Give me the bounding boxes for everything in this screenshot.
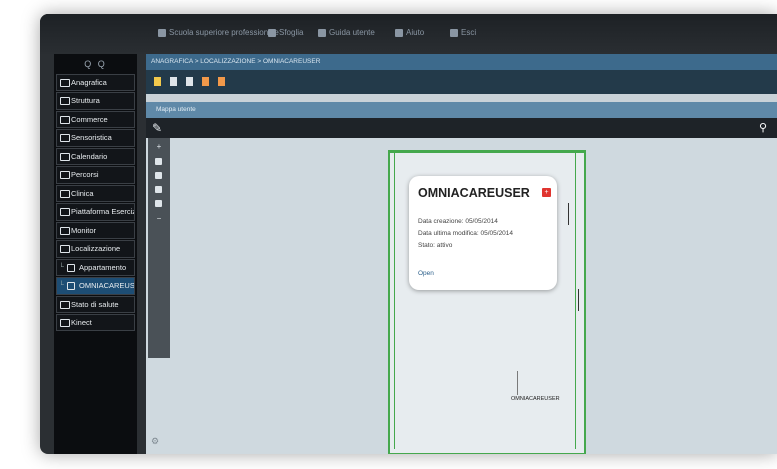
filter-icon[interactable] — [186, 77, 193, 86]
sidebar-item-kinect[interactable]: Kinect — [56, 314, 135, 332]
folder-icon — [60, 245, 70, 254]
user-info-popup: OMNIACAREUSER + Data creazione: 05/05/20… — [409, 176, 557, 290]
folder-icon — [60, 208, 70, 217]
popup-open-link[interactable]: Open — [418, 270, 434, 277]
forward-icon[interactable] — [218, 77, 225, 86]
book-icon — [318, 28, 326, 37]
pencil-icon[interactable]: ✎ — [152, 121, 162, 135]
popup-close-button[interactable]: + — [542, 188, 551, 197]
grid-icon[interactable] — [170, 77, 177, 86]
sidebar-item-appartamento[interactable]: Appartamento — [56, 258, 135, 277]
folder-icon — [60, 189, 70, 198]
user-marker-line — [517, 371, 518, 395]
zoom-in-button[interactable]: + — [148, 142, 170, 152]
location-pin-icon[interactable]: ⚲ — [759, 121, 767, 135]
folder-icon — [67, 263, 75, 272]
sidebar-list: Anagrafica Struttura Commerce Sensoristica C… — [54, 74, 137, 332]
sidebar-item-commerce[interactable]: Commerce — [56, 110, 135, 129]
folder-icon — [60, 97, 70, 106]
sidebar-item-struttura[interactable]: Struttura — [56, 92, 135, 110]
folder-icon — [60, 171, 70, 180]
sidebar-item-label: Stato di salute — [71, 299, 119, 309]
sidebar-item-label: Monitor — [71, 225, 97, 235]
topbar-item-label: Scuola superiore professionale — [169, 28, 279, 37]
topbar-item-label: Guida utente — [329, 28, 375, 37]
sidebar-item-localizzazione[interactable]: Localizzazione — [56, 240, 135, 258]
folder-icon — [60, 152, 70, 161]
sidebar-search-icons[interactable]: Q Q — [54, 54, 137, 74]
topbar-item-guide[interactable]: Guida utente — [318, 28, 375, 37]
folder-icon — [60, 319, 70, 328]
popup-status: Stato: attivo — [418, 242, 453, 249]
folder-icon — [60, 134, 70, 143]
door-symbol — [566, 289, 579, 311]
sidebar-item-percorsi[interactable]: Percorsi — [56, 166, 135, 184]
layers-icon[interactable] — [155, 200, 162, 207]
sidebar-item-label: Piattaforma Esercizi — [71, 207, 135, 217]
list-icon — [268, 28, 276, 37]
door-symbol — [556, 203, 569, 225]
sidebar-item-stato-di-salute[interactable]: Stato di salute — [56, 295, 135, 313]
sidebar-item-sensoristica[interactable]: Sensoristica — [56, 129, 135, 147]
sidebar-item-clinica[interactable]: Clinica — [56, 184, 135, 203]
sidebar-item-monitor[interactable]: Monitor — [56, 221, 135, 240]
sidebar-item-label: Appartamento — [79, 262, 127, 272]
toolbar — [146, 70, 777, 94]
section-header[interactable]: Mappa utente — [146, 102, 777, 118]
topbar-item-user[interactable]: Scuola superiore professionale — [158, 28, 279, 37]
folder-icon — [60, 115, 70, 124]
sidebar-item-label: Commerce — [71, 114, 108, 124]
sidebar-item-label: Anagrafica — [71, 78, 107, 87]
topbar-item-label: Sfoglia — [279, 28, 304, 37]
topbar-item-help[interactable]: Aiuto — [395, 28, 424, 37]
new-document-icon[interactable] — [154, 77, 161, 86]
folder-icon — [60, 79, 70, 87]
folder-icon — [60, 226, 70, 235]
sidebar-item-label: Sensoristica — [71, 133, 112, 143]
sidebar-item-label: Kinect — [71, 318, 92, 328]
sidebar-item-label: Clinica — [71, 188, 94, 198]
sidebar-item-label: OMNIACAREUSER — [79, 281, 135, 291]
floor-map[interactable]: + − OMNIACAREUSER OMNIACAREUSER + Data c… — [146, 138, 777, 454]
user-icon — [158, 28, 166, 37]
pan-icon[interactable] — [155, 172, 162, 179]
sidebar-item-label: Struttura — [71, 96, 100, 106]
sidebar-item-calendario[interactable]: Calendario — [56, 147, 135, 166]
main-panel: ANAGRAFICA > LOCALIZZAZIONE > OMNIACAREU… — [146, 54, 777, 454]
user-marker-label[interactable]: OMNIACAREUSER — [511, 396, 560, 402]
popup-creation-date: Data creazione: 05/05/2014 — [418, 218, 498, 225]
sidebar-item-label: Localizzazione — [71, 244, 121, 254]
export-icon[interactable] — [202, 77, 209, 86]
pan-up-icon[interactable] — [155, 158, 162, 165]
popup-title: OMNIACAREUSER — [418, 186, 530, 200]
folder-icon — [60, 300, 70, 309]
map-zoom-controls: + − — [148, 138, 170, 358]
breadcrumb: ANAGRAFICA > LOCALIZZAZIONE > OMNIACAREU… — [146, 54, 777, 70]
sidebar-item-anagrafica[interactable]: Anagrafica — [56, 74, 135, 92]
topbar-item-label: Esci — [461, 28, 477, 37]
topbar-item-browse[interactable]: Sfoglia — [268, 28, 303, 37]
topbar-item-logout[interactable]: Esci — [450, 28, 476, 37]
sidebar-item-label: Percorsi — [71, 170, 99, 180]
settings-icon[interactable]: ⚙ — [151, 436, 159, 447]
sidebar-item-omniacareuser[interactable]: OMNIACAREUSER — [56, 277, 135, 295]
locate-icon[interactable] — [155, 186, 162, 193]
topbar-item-label: Aiuto — [406, 28, 425, 37]
top-navigation-bar: Scuola superiore professionale Sfoglia G… — [40, 14, 777, 54]
help-icon — [395, 28, 403, 37]
map-toolbar: ✎ ⚲ — [146, 118, 777, 138]
folder-icon — [67, 282, 75, 291]
sidebar: Q Q Anagrafica Struttura Commerce Sensorist… — [54, 54, 137, 454]
logout-icon — [450, 28, 458, 37]
spacer — [146, 94, 777, 102]
app-window: Scuola superiore professionale Sfoglia G… — [40, 14, 777, 454]
sidebar-item-piattaforma-esercizi[interactable]: Piattaforma Esercizi — [56, 203, 135, 221]
popup-last-modified: Data ultima modifica: 05/05/2014 — [418, 230, 514, 237]
zoom-out-button[interactable]: − — [148, 214, 170, 224]
sidebar-item-label: Calendario — [71, 151, 108, 161]
